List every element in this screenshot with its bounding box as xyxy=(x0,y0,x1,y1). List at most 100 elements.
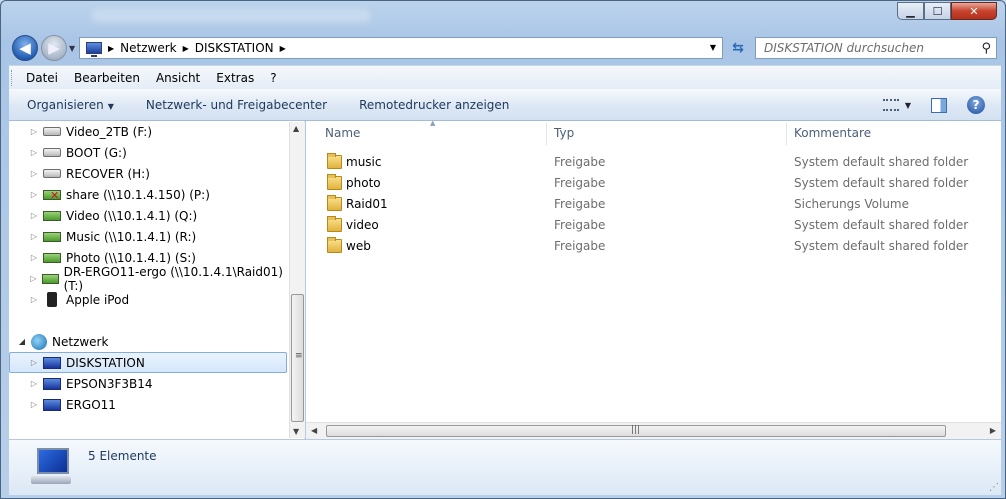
tree-item-epson[interactable]: ▷ EPSON3F3B14 xyxy=(9,373,287,394)
row-name: web xyxy=(346,239,371,253)
view-options-dropdown-icon[interactable]: ▼ xyxy=(905,101,911,110)
column-header-name[interactable]: Name xyxy=(325,121,360,145)
breadcrumb-separator-icon[interactable]: ▶ xyxy=(280,44,286,53)
maximize-button[interactable]: ☐ xyxy=(924,2,951,20)
network-computer-icon xyxy=(43,377,61,390)
tree-label: share (\\10.1.4.150) (P:) xyxy=(66,187,210,202)
expand-arrow-icon[interactable]: ▷ xyxy=(27,232,41,241)
scroll-down-icon[interactable]: ▼ xyxy=(293,427,299,436)
organize-button[interactable]: Organisieren ▼ xyxy=(27,98,114,112)
menu-help[interactable]: ? xyxy=(270,71,276,85)
computer-icon xyxy=(31,448,71,484)
scroll-left-icon[interactable]: ◀ xyxy=(311,426,317,435)
scroll-right-icon[interactable]: ▶ xyxy=(990,426,996,435)
tree-item-ergo11[interactable]: ▷ ERGO11 xyxy=(9,394,287,415)
title-bar[interactable]: ▁ ☐ ✕ xyxy=(1,1,1005,33)
command-bar: Organisieren ▼ Netzwerk- und Freigabecent… xyxy=(9,89,1001,121)
breadcrumb-separator-icon[interactable]: ▶ xyxy=(108,44,114,53)
expand-arrow-icon[interactable]: ▷ xyxy=(27,190,41,199)
address-bar[interactable]: ▶ Netzwerk ▶ DISKSTATION ▶ ▼ xyxy=(79,37,723,59)
tree-item-music[interactable]: ▷ Music (\\10.1.4.1) (R:) xyxy=(9,226,287,247)
column-divider[interactable] xyxy=(786,123,787,145)
tree-item-video[interactable]: ▷ Video (\\10.1.4.1) (Q:) xyxy=(9,205,287,226)
horizontal-scrollbar[interactable]: ◀ ||| ▶ xyxy=(306,422,1001,439)
navigation-scrollbar[interactable]: ▲ ≡ ▼ xyxy=(289,122,305,438)
file-row-raid01[interactable]: Raid01 Freigabe Sicherungs Volume xyxy=(306,194,986,215)
command-bar-right: ▼ ? xyxy=(882,89,1001,121)
tree-item-share[interactable]: ▷ share (\\10.1.4.150) (P:) xyxy=(9,184,287,205)
network-center-button[interactable]: Netzwerk- und Freigabecenter xyxy=(146,98,327,112)
network-computer-icon xyxy=(43,398,61,411)
close-button[interactable]: ✕ xyxy=(951,2,997,20)
expand-arrow-icon[interactable]: ▷ xyxy=(27,295,41,304)
column-header-type[interactable]: Typ xyxy=(554,121,574,145)
menu-extras[interactable]: Extras xyxy=(216,71,254,85)
expand-arrow-icon[interactable]: ▷ xyxy=(27,274,40,283)
maximize-icon: ☐ xyxy=(932,4,943,18)
forward-button[interactable]: ▶ xyxy=(41,35,67,61)
row-comment: System default shared folder xyxy=(794,176,969,190)
tree-label: Apple iPod xyxy=(66,292,130,307)
scroll-up-icon[interactable]: ▲ xyxy=(293,124,299,133)
menu-ansicht[interactable]: Ansicht xyxy=(156,71,200,85)
expand-arrow-icon[interactable]: ▷ xyxy=(27,211,41,220)
file-row-photo[interactable]: photo Freigabe System default shared fol… xyxy=(306,173,986,194)
expand-arrow-icon[interactable]: ▷ xyxy=(27,379,41,388)
breadcrumb-diskstation[interactable]: DISKSTATION xyxy=(195,41,274,55)
scroll-thumb[interactable]: ||| xyxy=(326,425,946,437)
scroll-thumb[interactable]: ≡ xyxy=(291,294,304,422)
column-divider[interactable] xyxy=(546,123,547,145)
menu-bearbeiten[interactable]: Bearbeiten xyxy=(74,71,140,85)
tree-item-diskstation[interactable]: ▷ DISKSTATION xyxy=(9,352,287,373)
tree-label: DISKSTATION xyxy=(66,355,145,370)
network-computer-icon xyxy=(43,356,61,369)
expand-arrow-icon[interactable]: ▷ xyxy=(27,169,41,178)
recent-pages-dropdown[interactable]: ▼ xyxy=(69,44,75,53)
tree-item-dr-ergo11[interactable]: ▷ DR-ERGO11-ergo (\\10.1.4.1\Raid01) (T:… xyxy=(9,265,287,293)
expand-arrow-icon[interactable]: ▷ xyxy=(27,127,41,136)
file-row-web[interactable]: web Freigabe System default shared folde… xyxy=(306,236,986,257)
tree-item-recover[interactable]: ▷ RECOVER (H:) xyxy=(9,163,287,184)
back-button[interactable]: ◀ xyxy=(12,35,38,61)
shared-folder-icon xyxy=(327,153,342,169)
tree-item-apple-ipod[interactable]: ▷ Apple iPod xyxy=(9,289,287,310)
file-row-video[interactable]: video Freigabe System default shared fol… xyxy=(306,215,986,236)
help-icon[interactable]: ? xyxy=(967,96,985,114)
collapse-arrow-icon[interactable]: ◢ xyxy=(15,337,29,346)
resize-grip-icon[interactable]: ⋰ xyxy=(989,482,999,493)
drive-icon xyxy=(43,127,61,136)
network-drive-icon xyxy=(43,252,61,263)
navigation-bar: ◀ ▶ ▼ ▶ Netzwerk ▶ DISKSTATION ▶ ▼ ⇆ DIS… xyxy=(1,33,1005,63)
row-name: video xyxy=(346,218,379,232)
breadcrumb-separator-icon[interactable]: ▶ xyxy=(183,44,189,53)
column-header-comment[interactable]: Kommentare xyxy=(794,121,871,145)
breadcrumb-netzwerk[interactable]: Netzwerk xyxy=(120,41,176,55)
file-list[interactable]: ▲ Name Typ Kommentare music Freigabe Sys… xyxy=(306,119,1001,439)
row-comment: Sicherungs Volume xyxy=(794,197,909,211)
item-count: 5 Elemente xyxy=(88,449,157,463)
minimize-button[interactable]: ▁ xyxy=(897,2,924,20)
remote-printer-button[interactable]: Remotedrucker anzeigen xyxy=(359,98,509,112)
tree-item-video2tb[interactable]: ▷ Video_2TB (F:) xyxy=(9,121,287,142)
address-dropdown-icon[interactable]: ▼ xyxy=(710,43,716,52)
tree-label: ERGO11 xyxy=(66,397,116,412)
search-input[interactable]: DISKSTATION durchsuchen ⚲ xyxy=(755,37,997,59)
expand-arrow-icon[interactable]: ▷ xyxy=(27,253,41,262)
tree-item-boot[interactable]: ▷ BOOT (G:) xyxy=(9,142,287,163)
row-name: music xyxy=(346,155,382,169)
arrow-right-icon: ▶ xyxy=(48,39,60,57)
preview-pane-icon[interactable] xyxy=(931,97,947,113)
tree-item-netzwerk[interactable]: ◢ Netzwerk xyxy=(9,331,287,352)
menu-datei[interactable]: Datei xyxy=(26,71,58,85)
refresh-button[interactable]: ⇆ xyxy=(725,37,751,59)
file-row-music[interactable]: music Freigabe System default shared fol… xyxy=(306,152,986,173)
chevron-down-icon: ▼ xyxy=(107,101,114,111)
expand-arrow-icon[interactable]: ▷ xyxy=(27,358,41,367)
expand-arrow-icon[interactable]: ▷ xyxy=(27,148,41,157)
change-view-icon[interactable] xyxy=(882,99,899,111)
drive-icon xyxy=(43,169,61,178)
search-icon[interactable]: ⚲ xyxy=(981,41,991,56)
tree-label: RECOVER (H:) xyxy=(66,166,150,181)
expand-arrow-icon[interactable]: ▷ xyxy=(27,400,41,409)
navigation-pane[interactable]: ▷ Video_2TB (F:) ▷ BOOT (G:) ▷ RECOVER (… xyxy=(9,121,305,439)
